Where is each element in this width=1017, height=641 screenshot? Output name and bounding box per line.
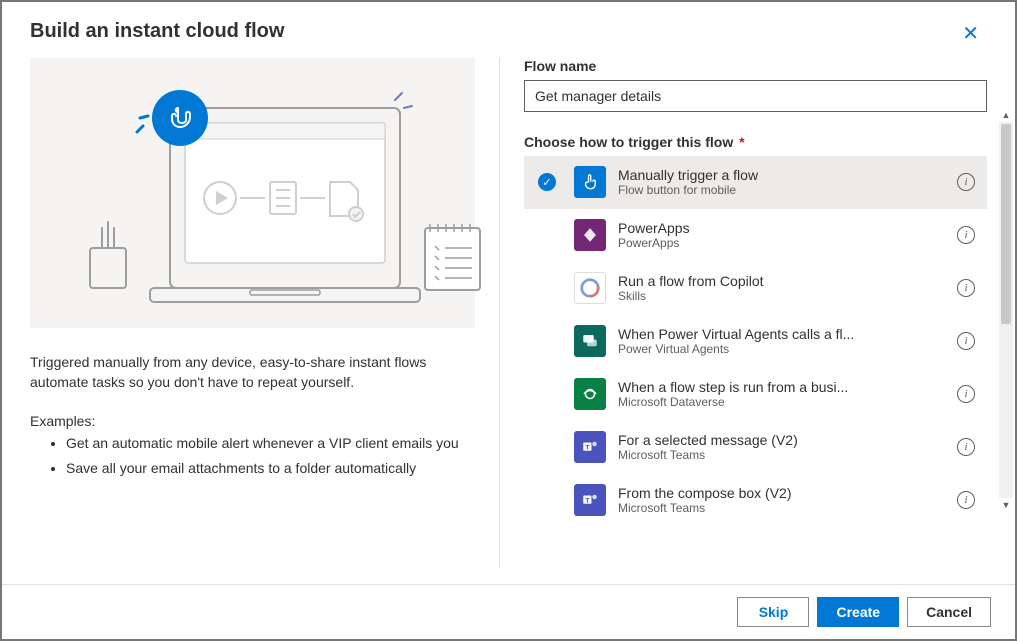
scroll-thumb[interactable] xyxy=(1001,124,1011,324)
examples-list: Get an automatic mobile alert whenever a… xyxy=(30,433,475,480)
description-text: Triggered manually from any device, easy… xyxy=(30,352,475,393)
trigger-subtitle: Flow button for mobile xyxy=(618,183,949,197)
info-icon[interactable]: i xyxy=(957,173,975,191)
trigger-subtitle: Microsoft Dataverse xyxy=(618,395,949,409)
info-icon[interactable]: i xyxy=(957,491,975,509)
diamond-icon xyxy=(574,219,606,251)
left-column: Triggered manually from any device, easy… xyxy=(30,58,500,568)
trigger-text: PowerAppsPowerApps xyxy=(618,220,949,250)
touch-icon xyxy=(574,166,606,198)
skip-button[interactable]: Skip xyxy=(737,597,809,627)
check-icon: ✓ xyxy=(538,173,556,191)
flow-name-label: Flow name xyxy=(524,58,987,74)
info-icon[interactable]: i xyxy=(957,332,975,350)
flow-name-input[interactable] xyxy=(524,80,987,112)
info-icon[interactable]: i xyxy=(957,385,975,403)
cancel-button[interactable]: Cancel xyxy=(907,597,991,627)
scrollbar[interactable]: ▲ ▼ xyxy=(999,122,1013,498)
dialog-header: Build an instant cloud flow ✕ xyxy=(2,2,1015,58)
trigger-subtitle: Skills xyxy=(618,289,949,303)
list-item: Get an automatic mobile alert whenever a… xyxy=(66,433,475,455)
trigger-text: Run a flow from CopilotSkills xyxy=(618,273,949,303)
create-button[interactable]: Create xyxy=(817,597,899,627)
info-icon[interactable]: i xyxy=(957,226,975,244)
illustration xyxy=(30,58,475,328)
list-item: Save all your email attachments to a fol… xyxy=(66,458,475,480)
trigger-item[interactable]: PowerAppsPowerApps i xyxy=(524,209,987,262)
dialog-body: Triggered manually from any device, easy… xyxy=(2,58,1015,568)
trigger-text: When a flow step is run from a busi...Mi… xyxy=(618,379,949,409)
trigger-title: From the compose box (V2) xyxy=(618,485,949,501)
right-column: Flow name Choose how to trigger this flo… xyxy=(500,58,987,568)
trigger-title: For a selected message (V2) xyxy=(618,432,949,448)
required-indicator: * xyxy=(735,134,744,150)
trigger-item[interactable]: Run a flow from CopilotSkillsi xyxy=(524,262,987,315)
trigger-item[interactable]: When a flow step is run from a busi...Mi… xyxy=(524,368,987,421)
trigger-title: PowerApps xyxy=(618,220,949,236)
trigger-title: Run a flow from Copilot xyxy=(618,273,949,289)
dataverse-icon xyxy=(574,378,606,410)
copilot-icon xyxy=(574,272,606,304)
chat-icon xyxy=(574,325,606,357)
trigger-check: ✓ xyxy=(532,173,562,191)
teams-icon: T xyxy=(574,484,606,516)
trigger-item[interactable]: When Power Virtual Agents calls a fl...P… xyxy=(524,315,987,368)
info-icon[interactable]: i xyxy=(957,279,975,297)
trigger-subtitle: Microsoft Teams xyxy=(618,501,949,515)
teams-icon: T xyxy=(574,431,606,463)
trigger-title: When Power Virtual Agents calls a fl... xyxy=(618,326,949,342)
trigger-label-text: Choose how to trigger this flow xyxy=(524,134,733,150)
info-icon[interactable]: i xyxy=(957,438,975,456)
trigger-title: Manually trigger a flow xyxy=(618,167,949,183)
trigger-list[interactable]: ✓ Manually trigger a flowFlow button for … xyxy=(524,156,987,546)
trigger-text: For a selected message (V2)Microsoft Tea… xyxy=(618,432,949,462)
build-flow-dialog: Build an instant cloud flow ✕ xyxy=(0,0,1017,641)
examples-heading: Examples: xyxy=(30,413,475,429)
trigger-item[interactable]: ✓ Manually trigger a flowFlow button for … xyxy=(524,156,987,209)
trigger-text: When Power Virtual Agents calls a fl...P… xyxy=(618,326,949,356)
trigger-text: Manually trigger a flowFlow button for m… xyxy=(618,167,949,197)
close-icon[interactable]: ✕ xyxy=(954,20,987,48)
trigger-text: From the compose box (V2)Microsoft Teams xyxy=(618,485,949,515)
scroll-up-icon[interactable]: ▲ xyxy=(999,108,1013,122)
trigger-subtitle: Power Virtual Agents xyxy=(618,342,949,356)
trigger-label: Choose how to trigger this flow * xyxy=(524,134,987,150)
illustration-svg xyxy=(30,58,500,328)
dialog-footer: Skip Create Cancel xyxy=(2,584,1015,639)
trigger-title: When a flow step is run from a busi... xyxy=(618,379,949,395)
dialog-title: Build an instant cloud flow xyxy=(30,20,284,43)
scroll-down-icon[interactable]: ▼ xyxy=(999,498,1013,512)
trigger-item[interactable]: T For a selected message (V2)Microsoft Te… xyxy=(524,421,987,474)
trigger-subtitle: PowerApps xyxy=(618,236,949,250)
trigger-item[interactable]: T From the compose box (V2)Microsoft Team… xyxy=(524,474,987,527)
trigger-subtitle: Microsoft Teams xyxy=(618,448,949,462)
